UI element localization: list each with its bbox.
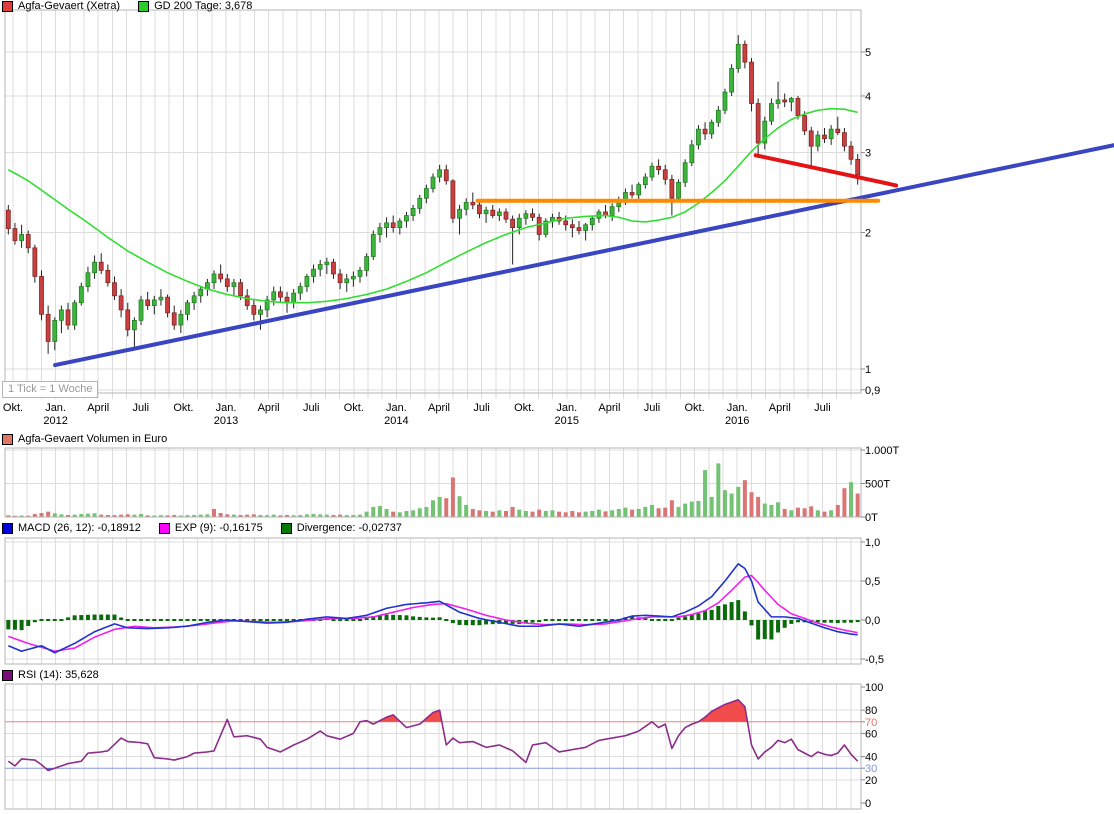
svg-text:Juli: Juli: [473, 402, 490, 414]
legend-item-gd200: GD 200 Tage: 3,678: [138, 1, 252, 12]
trend-resistance-line: [756, 155, 896, 185]
chart-page: 5 4 3 2 1 0,9 1.000T 500T 0T 1,0 0,5 0,0 -0,5 100 8070…: [0, 0, 1114, 814]
trend-support-line: [55, 145, 1114, 365]
svg-text:4: 4: [865, 91, 871, 103]
svg-text:0,0: 0,0: [865, 615, 880, 627]
svg-text:2014: 2014: [384, 415, 408, 427]
svg-text:Okt.: Okt.: [3, 402, 23, 414]
legend-item-exp: EXP (9): -0,16175: [159, 523, 263, 534]
svg-text:2016: 2016: [725, 415, 749, 427]
svg-text:60: 60: [865, 728, 877, 740]
rsi-legend: RSI (14): 35,628: [2, 670, 99, 681]
svg-text:April: April: [769, 402, 791, 414]
candles: [6, 35, 859, 354]
svg-text:Jan.: Jan.: [216, 402, 237, 414]
svg-text:Jan.: Jan.: [727, 402, 748, 414]
gd200-label: GD 200 Tage: 3,678: [154, 1, 252, 12]
volume-legend: Agfa-Gevaert Volumen in Euro: [2, 434, 167, 445]
price-series-swatch-icon: [2, 1, 13, 12]
svg-text:2012: 2012: [43, 415, 67, 427]
svg-text:April: April: [428, 402, 450, 414]
svg-text:-0,5: -0,5: [865, 654, 884, 666]
rsi-overbought-fill: [226, 700, 747, 722]
rsi-label: RSI (14): 35,628: [18, 670, 99, 681]
svg-text:Juli: Juli: [814, 402, 831, 414]
svg-text:0,5: 0,5: [865, 576, 880, 588]
macd-swatch-icon: [2, 523, 13, 534]
legend-item-volume: Agfa-Gevaert Volumen in Euro: [2, 434, 167, 445]
svg-text:70: 70: [865, 717, 877, 729]
svg-text:April: April: [258, 402, 280, 414]
y-axis-labels: 5 4 3 2 1 0,9 1.000T 500T 0T 1,0 0,5 0,0 -0,5 100 8070…: [861, 47, 900, 810]
tick-scale-note: 1 Tick = 1 Woche: [2, 381, 98, 398]
svg-text:3: 3: [865, 148, 871, 160]
svg-text:April: April: [598, 402, 620, 414]
gd200-line: [8, 109, 857, 303]
svg-text:Okt.: Okt.: [514, 402, 534, 414]
price-series-label: Agfa-Gevaert (Xetra): [18, 1, 120, 12]
svg-text:20: 20: [865, 775, 877, 787]
svg-text:1,0: 1,0: [865, 537, 880, 549]
svg-text:Juli: Juli: [133, 402, 150, 414]
chart-canvas: 5 4 3 2 1 0,9 1.000T 500T 0T 1,0 0,5 0,0 -0,5 100 8070…: [0, 0, 1114, 814]
legend-item-rsi: RSI (14): 35,628: [2, 670, 99, 681]
gd200-swatch-icon: [138, 1, 149, 12]
x-axis-labels: Okt.Jan.2012AprilJuliOkt.Jan.2013AprilJu…: [3, 402, 831, 427]
svg-text:1.000T: 1.000T: [865, 445, 900, 457]
svg-text:0,9: 0,9: [865, 385, 880, 397]
svg-text:100: 100: [865, 682, 883, 694]
svg-text:Jan.: Jan.: [45, 402, 66, 414]
legend-item-price-series: Agfa-Gevaert (Xetra): [2, 1, 120, 12]
divergence-histogram: [6, 600, 859, 639]
svg-text:40: 40: [865, 752, 877, 764]
legend-item-macd: MACD (26, 12): -0,18912: [2, 523, 141, 534]
exp-label: EXP (9): -0,16175: [175, 523, 263, 534]
svg-text:Okt.: Okt.: [173, 402, 193, 414]
legend-item-divergence: Divergence: -0,02737: [281, 523, 402, 534]
macd-label: MACD (26, 12): -0,18912: [18, 523, 141, 534]
svg-text:2013: 2013: [214, 415, 238, 427]
svg-text:30: 30: [865, 763, 877, 775]
svg-text:Juli: Juli: [303, 402, 320, 414]
svg-text:Jan.: Jan.: [386, 402, 407, 414]
svg-text:2015: 2015: [555, 415, 579, 427]
macd-legend: MACD (26, 12): -0,18912 EXP (9): -0,1617…: [2, 523, 402, 534]
svg-text:1: 1: [865, 364, 871, 376]
svg-text:0T: 0T: [865, 512, 878, 524]
volume-swatch-icon: [2, 434, 13, 445]
svg-text:2: 2: [865, 227, 871, 239]
price-legend: Agfa-Gevaert (Xetra) GD 200 Tage: 3,678: [2, 1, 252, 12]
svg-text:500T: 500T: [865, 479, 890, 491]
divergence-swatch-icon: [281, 523, 292, 534]
svg-text:Okt.: Okt.: [685, 402, 705, 414]
svg-text:0: 0: [865, 798, 871, 810]
svg-text:5: 5: [865, 47, 871, 59]
svg-text:Juli: Juli: [644, 402, 661, 414]
exp-swatch-icon: [159, 523, 170, 534]
volume-bars: [6, 463, 859, 517]
divergence-label: Divergence: -0,02737: [297, 523, 402, 534]
volume-label: Agfa-Gevaert Volumen in Euro: [18, 434, 167, 445]
rsi-swatch-icon: [2, 670, 13, 681]
svg-text:April: April: [87, 402, 109, 414]
svg-text:Okt.: Okt.: [344, 402, 364, 414]
svg-text:80: 80: [865, 705, 877, 717]
svg-text:Jan.: Jan.: [556, 402, 577, 414]
